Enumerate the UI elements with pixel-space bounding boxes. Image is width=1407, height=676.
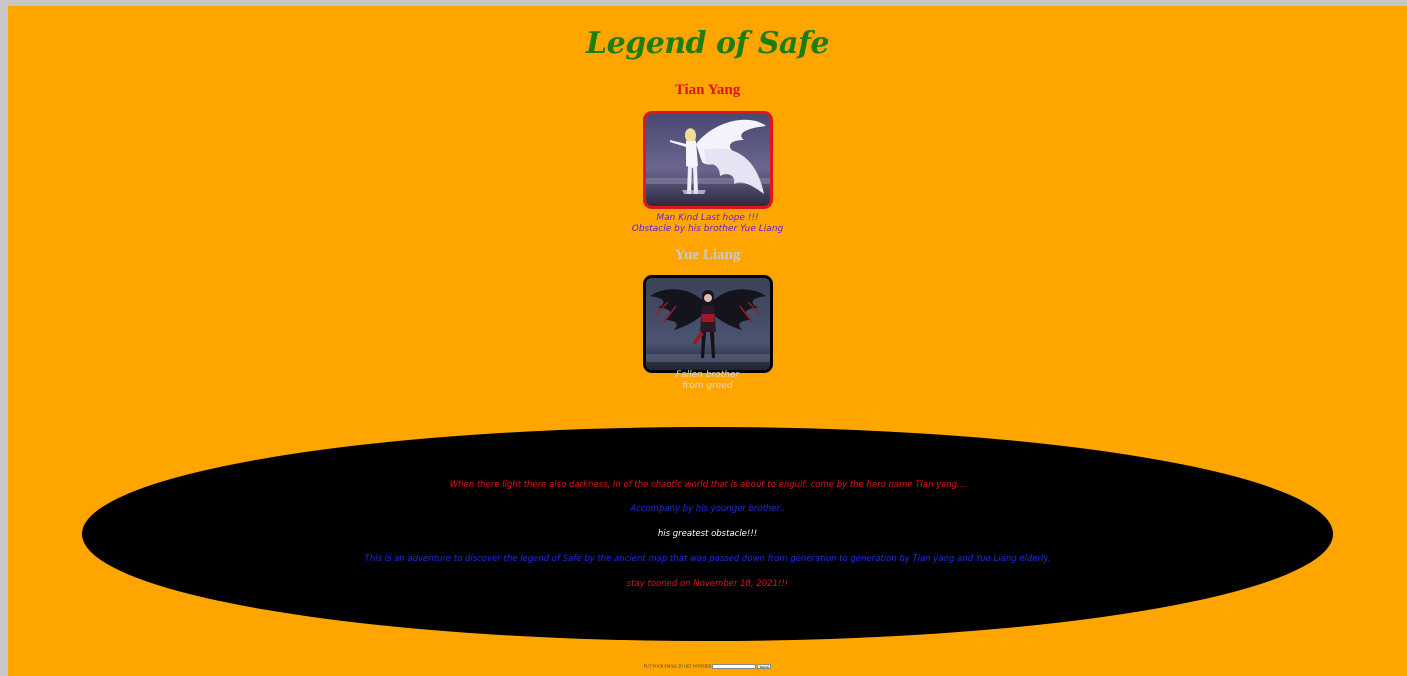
hero-name-yue-liang: Yue Liang	[674, 247, 741, 263]
email-input[interactable]	[712, 663, 757, 669]
yue-liang-caption-line-2: from greed	[682, 381, 733, 391]
story-line-3: his greatest obstacle!!!	[657, 529, 758, 539]
email-signup-form: PUT YOUR EMAIL TO GET NOTIFIED Submit	[8, 663, 1407, 669]
story-line-2: Accompany by his younger brother..	[630, 504, 785, 514]
yue-liang-image	[643, 275, 773, 373]
tian-yang-image	[643, 111, 773, 209]
story-line-5: stay tooned on November 18, 2021!!!	[626, 579, 789, 589]
yue-liang-caption-line-1: Fallen brother	[675, 370, 740, 380]
story-line-1: When there light there also darkness, In…	[449, 480, 966, 490]
page: Legend of Safe Tian Yang Man Kind Last h…	[8, 6, 1407, 676]
tian-yang-caption-line-1: Man Kind Last hope !!!	[656, 213, 759, 223]
story-panel: When there light there also darkness, In…	[82, 427, 1333, 641]
angel-dark-illustration	[646, 278, 770, 370]
email-signup-label: PUT YOUR EMAIL TO GET NOTIFIED	[643, 663, 712, 669]
tian-yang-caption-line-2: Obstacle by his brother Yue Liang	[631, 224, 784, 234]
hero-name-tian-yang: Tian Yang	[674, 82, 741, 98]
submit-button[interactable]: Submit	[757, 663, 772, 669]
site-title: Legend of Safe	[586, 26, 829, 61]
story-line-4: This is an adventure to discover the leg…	[364, 554, 1051, 564]
angel-white-illustration	[646, 114, 770, 206]
